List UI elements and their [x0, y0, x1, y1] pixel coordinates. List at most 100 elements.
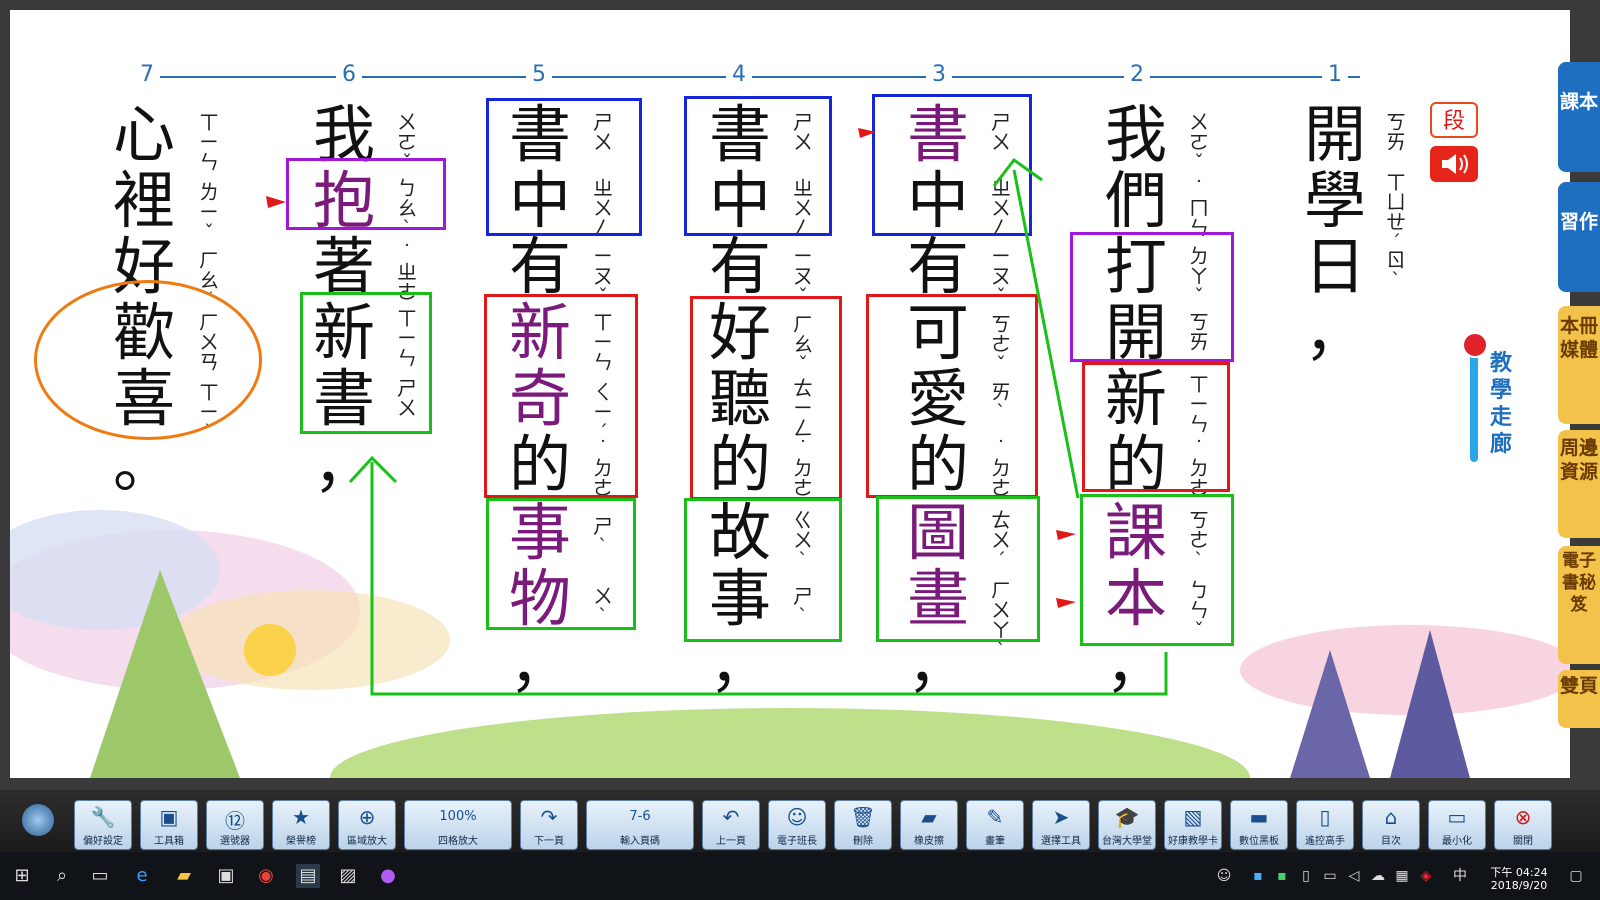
people-icon[interactable]: ☺ [1212, 864, 1236, 888]
column-number: 2 [1124, 62, 1150, 87]
hanzi: 學 [1303, 164, 1366, 237]
tray-app-icon[interactable]: ▪ [1246, 864, 1270, 888]
toolbar-button-16[interactable]: ▧ 好康教學卡 [1164, 800, 1222, 850]
annotation-box-green [684, 498, 842, 642]
ebook-app-icon[interactable]: ▤ [296, 864, 320, 888]
photos-icon[interactable]: ▨ [336, 864, 360, 888]
annotation-box-purple [1070, 232, 1234, 362]
annotation-box-red [866, 294, 1038, 498]
search-icon[interactable]: ⌕ [50, 864, 74, 888]
clock[interactable]: 下午 04:24 2018/9/20 [1484, 866, 1554, 892]
corridor-slider-bar [1470, 346, 1478, 462]
toolbar-button-17[interactable]: ▬ 數位黑板 [1230, 800, 1288, 850]
usb-icon[interactable]: ▯ [1294, 864, 1318, 888]
toolbar-button-10[interactable]: ☺ 電子班長 [768, 800, 826, 850]
toolbar-button-18[interactable]: ▯ 遙控高手 [1296, 800, 1354, 850]
toolbar-button-15[interactable]: 🎓 台灣大學堂 [1098, 800, 1156, 850]
hanzi: 有 [708, 230, 771, 303]
side-tab-double-page[interactable]: 雙頁 [1558, 670, 1600, 728]
toolbar-button-1[interactable]: 🔧 偏好設定 [74, 800, 132, 850]
annotation-box-red [690, 296, 842, 500]
file-explorer-icon[interactable]: ▰ [172, 864, 196, 888]
hanzi: 。 [112, 428, 175, 501]
side-tab-textbook[interactable]: 課本 [1558, 62, 1600, 172]
toolbar-button-2[interactable]: ▣ 工具箱 [140, 800, 198, 850]
toolbar-button-5[interactable]: ⊕ 區域放大 [338, 800, 396, 850]
hanzi: 開 [1303, 98, 1366, 171]
zhuyin: ㄨㄛˇ [1189, 110, 1209, 174]
zhuyin: ㄌㄧˇ [199, 180, 219, 244]
ime-indicator[interactable]: 中 [1448, 864, 1472, 888]
tray-app-icon[interactable]: ▪ [1270, 864, 1294, 888]
pen-icon: ✎ [986, 805, 1004, 829]
toolbar-button-label: 榮譽榜 [286, 836, 316, 847]
app-logo-icon[interactable] [22, 804, 54, 836]
toolbar-button-6[interactable]: 100% 四格放大 [404, 800, 512, 850]
toolbar-button-20[interactable]: ▭ 最小化 [1428, 800, 1486, 850]
medal-icon: ★ [292, 805, 310, 829]
toolbar-button-21[interactable]: ⊗ 關閉 [1494, 800, 1552, 850]
column-number: 6 [336, 62, 362, 87]
home-icon: ⌂ [1384, 805, 1398, 829]
hanzi: 有 [906, 230, 969, 303]
side-tab-resources[interactable]: 周邊資源 [1558, 430, 1600, 538]
side-tab-ebook-tips[interactable]: 電子書秘笈 [1558, 546, 1600, 664]
hanzi: ， [312, 428, 375, 501]
toolbar-button-19[interactable]: ⌂ 目次 [1362, 800, 1420, 850]
toolbar-button-label: 好康教學卡 [1168, 836, 1218, 847]
pin-icon [1462, 332, 1488, 358]
annotation-box-blue [872, 94, 1032, 236]
tray-app-icon[interactable]: ◈ [1414, 864, 1438, 888]
volume-icon[interactable]: ◁ [1342, 864, 1366, 888]
zhuyin: ㄒㄧㄣ [199, 110, 219, 174]
toolbar-button-4[interactable]: ★ 榮譽榜 [272, 800, 330, 850]
task-view-icon[interactable]: ▭ [88, 864, 112, 888]
trash-icon: 🗑 [850, 805, 876, 829]
toolbar-button-3[interactable]: ⑫ 選號器 [206, 800, 264, 850]
toolbar-button-label: 輸入頁碼 [620, 836, 660, 847]
toolbar-button-12[interactable]: ▰ 橡皮擦 [900, 800, 958, 850]
toolbar-button-label: 橡皮擦 [914, 836, 944, 847]
paint-icon[interactable]: ● [376, 864, 400, 888]
side-tab-workbook[interactable]: 習作 [1558, 182, 1600, 292]
zhuyin: ˙ㄇㄣ [1189, 176, 1209, 240]
chrome-icon[interactable]: ◉ [254, 864, 278, 888]
toolbar-button-label: 選號器 [220, 836, 250, 847]
side-tab-media[interactable]: 本冊媒體 [1558, 306, 1600, 424]
annotation-box-green [1080, 494, 1234, 646]
minimize-icon: ▭ [1447, 805, 1467, 829]
phone-icon: ▯ [1319, 805, 1331, 829]
network-icon[interactable]: ▭ [1318, 864, 1342, 888]
notifications-icon[interactable]: ▢ [1564, 864, 1588, 888]
toolbar-button-13[interactable]: ✎ 畫筆 [966, 800, 1024, 850]
annotation-circle-orange [34, 280, 262, 440]
toolbar-button-label: 電子班長 [777, 836, 817, 847]
store-icon[interactable]: ▣ [214, 864, 238, 888]
close-icon: ⊗ [1514, 805, 1532, 829]
hanzi: ， [1303, 296, 1366, 369]
hanzi: ， [508, 628, 571, 701]
textbook-page: 7 6 5 4 3 2 1 開 學 日 ， ㄎㄞ ㄒㄩㄝˊ ㄖˋ 我 們 打 開… [10, 10, 1570, 778]
column-number: 5 [526, 62, 552, 87]
speaker-icon[interactable] [1430, 146, 1478, 182]
windows-start-icon[interactable]: ⊞ [10, 864, 34, 888]
hanzi: 著 [312, 230, 375, 303]
toolbar-button-11[interactable]: 🗑 刪除 [834, 800, 892, 850]
cloud-icon[interactable]: ☁ [1366, 864, 1390, 888]
toolbar-button-7[interactable]: ↷ 下一頁 [520, 800, 578, 850]
teaching-corridor[interactable]: 教學走廊 [1462, 332, 1522, 468]
cursor-icon: ➤ [1052, 805, 1070, 829]
toolbar-button-8[interactable]: 7-6 輸入頁碼 [586, 800, 694, 850]
monitor-person-icon: ☺ [786, 805, 808, 829]
toolbar-button-label: 遙控高手 [1305, 836, 1345, 847]
annotation-box-red [484, 294, 638, 498]
annotation-box-green [486, 498, 636, 630]
tray-app-icon[interactable]: ▦ [1390, 864, 1414, 888]
edge-icon[interactable]: e [130, 864, 154, 888]
toolbar-button-9[interactable]: ↶ 上一頁 [702, 800, 760, 850]
toolbar-button-14[interactable]: ➤ 選擇工具 [1032, 800, 1090, 850]
hanzi: 有 [508, 230, 571, 303]
card-icon: ▧ [1183, 805, 1203, 829]
paragraph-button[interactable]: 段 [1430, 102, 1478, 138]
toolbar-button-label: 台灣大學堂 [1102, 836, 1152, 847]
